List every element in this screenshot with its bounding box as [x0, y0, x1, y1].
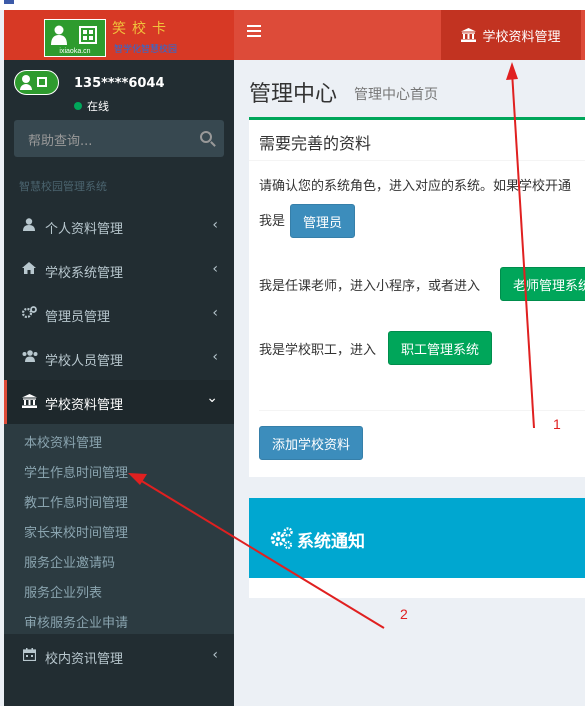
- annotation-arrow-2: [139, 479, 385, 629]
- annotation-label-2: 2: [400, 606, 408, 622]
- annotation-arrow-1: [511, 71, 535, 429]
- annotation-arrows: [128, 62, 535, 629]
- arrowhead-1: [506, 62, 518, 80]
- annotation-label-1: 1: [553, 416, 561, 432]
